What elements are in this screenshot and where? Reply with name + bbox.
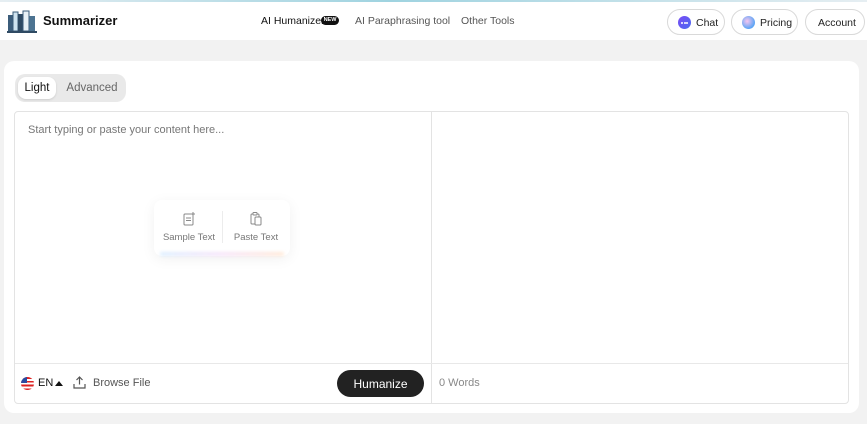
panel-divider (431, 112, 432, 403)
word-count: 0 Words (439, 377, 480, 389)
pricing-label: Pricing (760, 17, 793, 29)
top-header: Summarizer AI Humanizer NEW AI Paraphras… (0, 2, 867, 40)
quick-actions-glow (160, 252, 284, 256)
clipboard-icon (250, 212, 262, 226)
account-label: Account (818, 17, 856, 29)
tab-advanced[interactable]: Advanced (62, 77, 122, 99)
footer-divider (15, 363, 848, 364)
brand-name[interactable]: Summarizer (43, 13, 117, 28)
paste-text-label: Paste Text (233, 232, 279, 243)
chat-button[interactable]: Chat (667, 9, 725, 35)
nav-other-tools[interactable]: Other Tools (461, 15, 515, 27)
quick-actions-divider (222, 211, 223, 243)
tab-light[interactable]: Light (18, 77, 56, 99)
sample-text-button[interactable]: Sample Text (157, 207, 221, 247)
us-flag-icon (21, 377, 34, 390)
document-add-icon (183, 212, 195, 226)
caret-up-icon (55, 381, 63, 386)
pricing-button[interactable]: Pricing (731, 9, 798, 35)
chat-label: Chat (696, 17, 719, 29)
new-badge: NEW (321, 16, 339, 25)
chat-bubble-icon (678, 16, 691, 29)
humanize-button[interactable]: Humanize (337, 370, 424, 397)
account-button[interactable]: Account (805, 9, 865, 35)
sample-text-label: Sample Text (162, 232, 216, 243)
paste-text-button[interactable]: Paste Text (224, 207, 288, 247)
browse-file-button[interactable]: Browse File (73, 376, 153, 392)
nav-ai-humanizer[interactable]: AI Humanizer (261, 15, 325, 27)
language-selector[interactable]: EN (21, 377, 65, 391)
diamond-icon (742, 16, 755, 29)
books-logo-icon[interactable] (7, 9, 37, 33)
upload-icon (73, 376, 86, 389)
language-code: EN (38, 377, 54, 389)
nav-ai-paraphrasing-tool[interactable]: AI Paraphrasing tool (355, 15, 450, 27)
browse-file-label: Browse File (93, 377, 151, 389)
